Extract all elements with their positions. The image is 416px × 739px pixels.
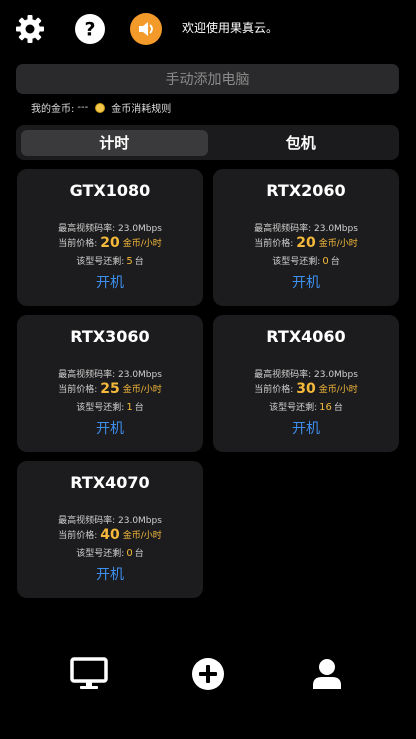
coin-rules-link[interactable]: 金币消耗规则 — [111, 100, 171, 115]
card-title: RTX4060 — [266, 327, 346, 346]
bitrate-line: 最高视频码率: 23.0Mbps — [254, 224, 358, 234]
price-line: 当前价格: 20 金币/小时 — [58, 235, 162, 251]
remaining-line: 该型号还剩: 16 台 — [269, 402, 343, 413]
gear-icon[interactable] — [13, 12, 47, 46]
bitrate-line: 最高视频码率: 23.0Mbps — [58, 370, 162, 380]
remaining-count: 0 — [322, 256, 329, 267]
tab-timed[interactable]: 计时 — [21, 129, 208, 156]
remaining-count: 5 — [126, 256, 133, 267]
gpu-card-rtx4070: RTX4070 最高视频码率: 23.0Mbps 当前价格: 40 金币/小时 该型… — [17, 461, 203, 598]
price-line: 当前价格: 20 金币/小时 — [254, 235, 358, 251]
remaining-count: 1 — [126, 402, 133, 413]
coin-icon — [95, 102, 106, 113]
remaining-line: 该型号还剩: 0 台 — [76, 548, 144, 559]
remaining-count: 16 — [319, 402, 332, 413]
card-title: RTX2060 — [266, 181, 346, 200]
add-icon[interactable] — [186, 654, 230, 694]
gpu-card-gtx1080: GTX1080 最高视频码率: 23.0Mbps 当前价格: 20 金币/小时 该型… — [17, 169, 203, 306]
remaining-count: 0 — [126, 548, 133, 559]
card-title: RTX3060 — [70, 327, 150, 346]
price-value: 40 — [100, 527, 120, 543]
start-button[interactable]: 开机 — [213, 418, 399, 438]
bitrate-line: 最高视频码率: 23.0Mbps — [58, 516, 162, 526]
speaker-icon[interactable] — [129, 12, 163, 46]
top-bar: ? 欢迎使用果真云。 — [0, 0, 416, 56]
start-button[interactable]: 开机 — [17, 418, 203, 438]
price-value: 20 — [100, 235, 120, 251]
add-pc-button[interactable]: 手动添加电脑 — [16, 64, 399, 94]
start-button[interactable]: 开机 — [17, 564, 203, 584]
price-line: 当前价格: 25 金币/小时 — [58, 381, 162, 397]
price-value: 20 — [296, 235, 316, 251]
start-button[interactable]: 开机 — [17, 272, 203, 292]
bitrate-line: 最高视频码率: 23.0Mbps — [58, 224, 162, 234]
user-icon[interactable] — [305, 654, 349, 694]
remaining-line: 该型号还剩: 1 台 — [76, 402, 144, 413]
coin-label: 我的金币: — [31, 104, 75, 115]
svg-text:?: ? — [84, 19, 95, 41]
card-title: GTX1080 — [69, 181, 151, 200]
card-title: RTX4070 — [70, 473, 150, 492]
gpu-card-rtx2060: RTX2060 最高视频码率: 23.0Mbps 当前价格: 20 金币/小时 该型… — [213, 169, 399, 306]
tab-package[interactable]: 包机 — [208, 130, 395, 156]
bitrate-line: 最高视频码率: 23.0Mbps — [254, 370, 358, 380]
start-button[interactable]: 开机 — [213, 272, 399, 292]
price-line: 当前价格: 30 金币/小时 — [254, 381, 358, 397]
bottom-nav — [0, 640, 416, 710]
coin-balance-row: 我的金币: --- 金币消耗规则 — [31, 100, 171, 115]
welcome-text: 欢迎使用果真云。 — [182, 21, 279, 35]
price-line: 当前价格: 40 金币/小时 — [58, 527, 162, 543]
remaining-line: 该型号还剩: 5 台 — [76, 256, 144, 267]
billing-tabs: 计时 包机 — [16, 125, 399, 160]
coin-value: --- — [77, 102, 89, 113]
remaining-line: 该型号还剩: 0 台 — [272, 256, 340, 267]
price-value: 30 — [296, 381, 316, 397]
gpu-card-rtx3060: RTX3060 最高视频码率: 23.0Mbps 当前价格: 25 金币/小时 该型… — [17, 315, 203, 452]
price-value: 25 — [100, 381, 120, 397]
monitor-icon[interactable] — [67, 654, 111, 694]
help-icon[interactable]: ? — [73, 12, 107, 46]
gpu-card-rtx4060: RTX4060 最高视频码率: 23.0Mbps 当前价格: 30 金币/小时 该型… — [213, 315, 399, 452]
